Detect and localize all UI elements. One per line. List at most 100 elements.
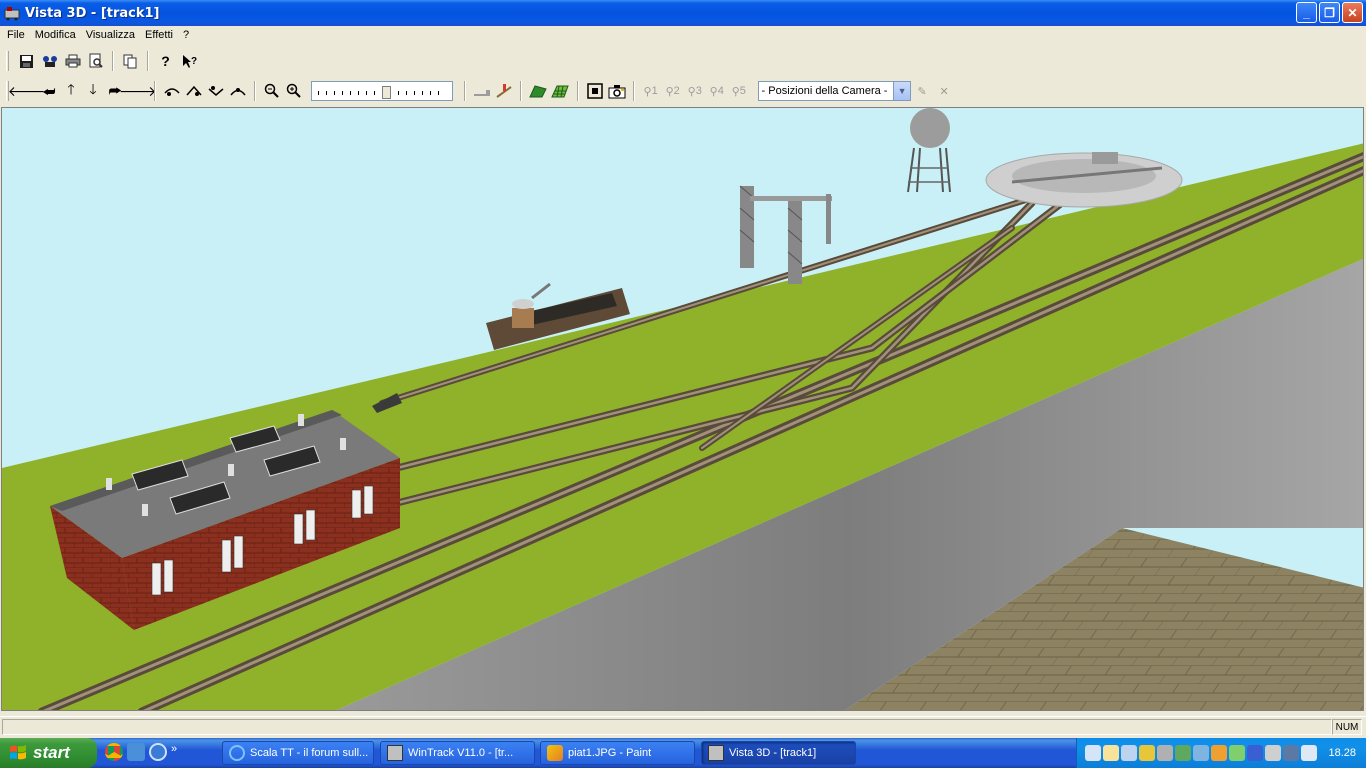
paint-icon [547, 745, 563, 761]
camera-slot-3: ⚲ 3 [687, 85, 702, 98]
view-1-icon[interactable] [161, 80, 183, 102]
signal-icon[interactable] [493, 80, 515, 102]
task-vista3d[interactable]: Vista 3D - [track1] [701, 741, 856, 765]
copy-icon[interactable] [119, 50, 142, 72]
3d-viewport[interactable] [1, 107, 1364, 711]
print-preview-icon[interactable] [84, 50, 107, 72]
chevron-right-icon[interactable]: » [171, 743, 177, 761]
monitor-icon[interactable] [1265, 745, 1281, 761]
toolbar-separator [154, 81, 157, 101]
svg-text:?: ? [191, 56, 197, 67]
turntable [985, 152, 1183, 208]
menu-help[interactable]: ? [178, 29, 194, 41]
camera-delete-icon: ✕ [939, 85, 949, 98]
camera-save-icon: ✎ [917, 85, 927, 98]
antivirus-icon[interactable] [1211, 745, 1227, 761]
status-bar: NUM [0, 716, 1366, 736]
bluetooth-icon[interactable] [1175, 745, 1191, 761]
task-wintrack[interactable]: WinTrack V11.0 - [tr... [380, 741, 535, 765]
print-icon[interactable] [61, 50, 84, 72]
zoom-slider[interactable] [311, 81, 454, 101]
volume-icon[interactable] [1301, 745, 1317, 761]
arrow-down-icon[interactable]: 🡓 [82, 80, 104, 102]
toolbar-grip[interactable] [6, 51, 9, 71]
task-label: Vista 3D - [track1] [729, 747, 817, 759]
toolbar-separator [576, 81, 579, 101]
window-title: Vista 3D - [track1] [25, 5, 160, 21]
camera-slot-1: ⚲ 1 [643, 85, 658, 98]
zoom-out-icon[interactable] [261, 80, 283, 102]
windows-flag-icon [10, 745, 26, 760]
taskbar: start » Scala TT - il forum sull... WinT… [0, 738, 1366, 768]
zoom-in-icon[interactable] [283, 80, 305, 102]
context-help-icon[interactable]: ? [177, 50, 200, 72]
task-paint[interactable]: piat1.JPG - Paint [540, 741, 695, 765]
task-label: piat1.JPG - Paint [568, 747, 652, 759]
display-icon[interactable] [1283, 745, 1299, 761]
num-lock-indicator: NUM [1332, 719, 1362, 735]
audio-icon[interactable] [1157, 745, 1173, 761]
chevron-down-icon[interactable]: ▼ [893, 82, 911, 100]
clock: 18.28 [1328, 747, 1356, 759]
camera-slot-4: ⚲ 4 [709, 85, 724, 98]
ie-icon [229, 745, 245, 761]
bluetooth-status-icon[interactable] [1247, 745, 1263, 761]
toolbar-separator [112, 51, 114, 71]
update-icon[interactable] [1229, 745, 1245, 761]
network-icon[interactable] [1085, 745, 1101, 761]
usb-icon[interactable] [1121, 745, 1137, 761]
phone-icon[interactable] [1193, 745, 1209, 761]
title-bar: Vista 3D - [track1] _ ❐ ✕ [0, 0, 1366, 26]
camera-icon[interactable] [606, 80, 628, 102]
grid-icon[interactable] [549, 80, 571, 102]
menu-modifica[interactable]: Modifica [30, 29, 81, 41]
save-icon[interactable] [15, 50, 38, 72]
toolbar-separator [254, 81, 257, 101]
view-toolbar: 🡐 ⮨ 🡑 🡓 ⮫ 🡒 ⚲ 1 ⚲ 2 ⚲ 3 ⚲ 4 ⚲ 5 - Posizi… [0, 77, 955, 105]
wintrack-icon [387, 745, 403, 761]
zoom-slider-thumb[interactable] [381, 86, 391, 99]
arrow-left-icon[interactable]: 🡐 [8, 80, 46, 102]
menu-bar: File Modifica Visualizza Effetti ? [0, 26, 1366, 44]
folder-icon[interactable] [1103, 745, 1119, 761]
arrow-right-icon[interactable]: 🡒 [119, 80, 157, 102]
view-4-icon[interactable] [227, 80, 249, 102]
toolbar-separator [632, 81, 635, 101]
menu-effetti[interactable]: Effetti [140, 29, 178, 41]
shield-icon[interactable] [1139, 745, 1155, 761]
terrain-icon[interactable] [527, 80, 549, 102]
camera-position-value: - Posizioni della Camera - [761, 85, 888, 97]
fit-view-icon[interactable] [584, 80, 606, 102]
wintrack-icon [708, 745, 724, 761]
arrow-back-icon[interactable]: ⮨ [38, 80, 60, 102]
start-button[interactable]: start [0, 738, 97, 768]
camera-slot-2: ⚲ 2 [665, 85, 680, 98]
view-2-icon[interactable] [183, 80, 205, 102]
toolbar-separator [520, 81, 523, 101]
task-forum[interactable]: Scala TT - il forum sull... [222, 741, 374, 765]
app-icon[interactable] [127, 743, 145, 761]
wintrack-app-icon[interactable] [4, 5, 20, 21]
menu-visualizza[interactable]: Visualizza [81, 29, 140, 41]
3d-scene[interactable] [2, 108, 1364, 711]
status-panel [2, 719, 1332, 735]
minimize-button[interactable]: _ [1296, 2, 1317, 23]
view-3-icon[interactable] [205, 80, 227, 102]
task-label: Scala TT - il forum sull... [250, 747, 369, 759]
flat-icon[interactable] [471, 80, 493, 102]
camera-position-select[interactable]: - Posizioni della Camera - ▼ [757, 81, 912, 101]
toolbar-separator [464, 81, 467, 101]
print-setup-icon[interactable] [38, 50, 61, 72]
quick-launch: » [105, 743, 177, 761]
arrow-up-icon[interactable]: 🡑 [60, 80, 82, 102]
standard-toolbar: ? ? [0, 47, 200, 75]
search-icon[interactable] [149, 743, 167, 761]
toolbar-separator [147, 51, 149, 71]
menu-file[interactable]: File [2, 29, 30, 41]
system-tray: 18.28 [1076, 738, 1366, 768]
help-icon[interactable]: ? [154, 50, 177, 72]
chrome-icon[interactable] [105, 743, 123, 761]
restore-button[interactable]: ❐ [1319, 2, 1340, 23]
close-button[interactable]: ✕ [1342, 2, 1363, 23]
camera-slot-5: ⚲ 5 [731, 85, 746, 98]
